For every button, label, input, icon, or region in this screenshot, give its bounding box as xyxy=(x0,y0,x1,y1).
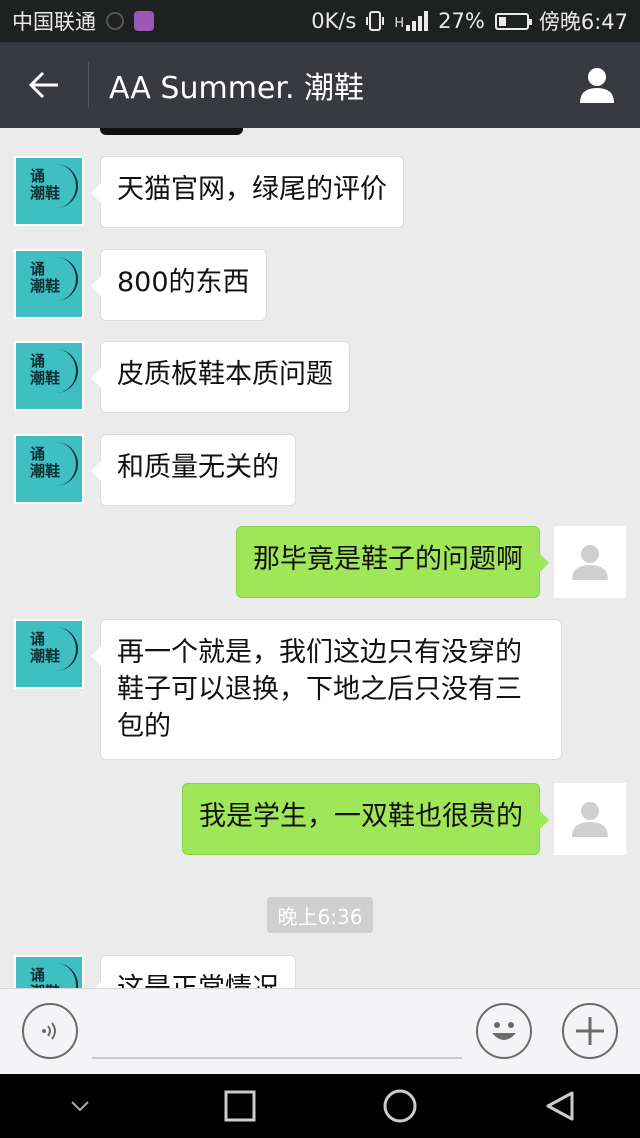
chat-header: AA Summer. 潮鞋 xyxy=(0,42,640,128)
shop-logo: 诵 潮鞋 xyxy=(16,621,82,687)
emoji-icon xyxy=(492,1022,516,1040)
message-timestamp: 晚上6:36 xyxy=(267,897,373,933)
sent-bubble[interactable]: 我是学生，一双鞋也很贵的 xyxy=(182,783,549,855)
plus-icon xyxy=(576,1017,604,1045)
nav-hide-button[interactable] xyxy=(50,1076,110,1136)
voice-button[interactable] xyxy=(22,1003,78,1059)
person-icon xyxy=(580,68,614,103)
user-avatar[interactable] xyxy=(554,783,626,855)
person-icon xyxy=(572,545,608,580)
status-left: 中国联通 xyxy=(12,6,154,36)
shop-avatar[interactable]: 诵 潮鞋 xyxy=(14,341,84,411)
received-bubble[interactable]: 再一个就是，我们这边只有没穿的鞋子可以退换，下地之后只没有三包的 xyxy=(91,619,562,760)
input-bar xyxy=(0,988,640,1074)
message-list[interactable]: 诵 潮鞋 天猫官网，绿尾的评价 诵 潮鞋 800的东西 诵 潮鞋 皮质板鞋本质问… xyxy=(0,128,640,988)
emoji-button[interactable] xyxy=(476,1003,532,1059)
triangle-back-icon xyxy=(546,1091,574,1121)
sync-icon xyxy=(106,12,124,30)
received-bubble[interactable]: 皮质板鞋本质问题 xyxy=(91,341,350,413)
header-divider xyxy=(88,62,89,108)
received-bubble[interactable]: 天猫官网，绿尾的评价 xyxy=(91,156,404,228)
received-bubble[interactable]: 和质量无关的 xyxy=(91,434,296,506)
more-button[interactable] xyxy=(562,1003,618,1059)
back-button[interactable] xyxy=(0,42,88,128)
vibrate-icon xyxy=(366,11,385,31)
status-right: 0K/s H 27% 傍晚6:47 xyxy=(311,6,628,36)
received-bubble[interactable]: 这是正常情况 xyxy=(91,955,296,988)
shop-logo-text: 诵 潮鞋 xyxy=(30,966,60,989)
shop-avatar[interactable]: 诵 潮鞋 xyxy=(14,619,84,689)
system-nav-bar xyxy=(0,1074,640,1138)
network-type: H xyxy=(394,16,405,31)
shop-logo: 诵 潮鞋 xyxy=(16,158,82,224)
chevron-down-icon xyxy=(71,1101,89,1112)
user-avatar[interactable] xyxy=(554,526,626,598)
shop-avatar[interactable]: 诵 潮鞋 xyxy=(14,434,84,504)
status-bar: 中国联通 0K/s H 27% 傍晚6:47 xyxy=(0,0,640,42)
carrier-name: 中国联通 xyxy=(12,10,96,34)
message-input[interactable] xyxy=(92,1057,462,1059)
shop-logo-text: 诵 潮鞋 xyxy=(30,630,61,665)
previous-message-edge xyxy=(100,128,243,135)
battery-percent: 27% xyxy=(438,9,485,33)
shop-avatar[interactable]: 诵 潮鞋 xyxy=(14,156,84,226)
shop-logo: 诵 潮鞋 xyxy=(16,251,82,317)
shop-logo-text: 诵 潮鞋 xyxy=(30,352,61,387)
shop-logo: 诵 潮鞋 xyxy=(16,343,82,409)
shop-logo-text: 诵 潮鞋 xyxy=(30,167,61,202)
battery-icon xyxy=(494,12,532,30)
received-bubble[interactable]: 800的东西 xyxy=(91,249,267,321)
shop-logo-text: 诵 潮鞋 xyxy=(30,445,61,480)
shop-logo: 诵 潮鞋 xyxy=(16,436,82,502)
shop-avatar[interactable]: 诵 潮鞋 xyxy=(14,955,84,988)
chat-title: AA Summer. 潮鞋 xyxy=(109,71,365,106)
sent-bubble[interactable]: 那毕竟是鞋子的问题啊 xyxy=(236,526,549,598)
nav-home-button[interactable] xyxy=(370,1076,430,1136)
circle-icon xyxy=(383,1089,417,1123)
shop-logo: 诵 潮鞋 xyxy=(16,957,82,988)
arrow-left-icon xyxy=(28,71,58,99)
nav-recents-button[interactable] xyxy=(210,1076,270,1136)
chat-info-button[interactable] xyxy=(554,42,640,128)
voice-icon xyxy=(42,1022,56,1040)
gallery-notification-icon xyxy=(134,11,154,31)
signal-icon xyxy=(406,11,429,31)
shop-logo-text: 诵 潮鞋 xyxy=(30,260,61,295)
square-icon xyxy=(224,1090,256,1122)
battery-fill xyxy=(498,16,506,26)
shop-avatar[interactable]: 诵 潮鞋 xyxy=(14,249,84,319)
clock: 傍晚6:47 xyxy=(538,10,628,34)
person-icon xyxy=(572,802,608,837)
nav-back-button[interactable] xyxy=(530,1076,590,1136)
network-speed: 0K/s xyxy=(311,9,357,33)
